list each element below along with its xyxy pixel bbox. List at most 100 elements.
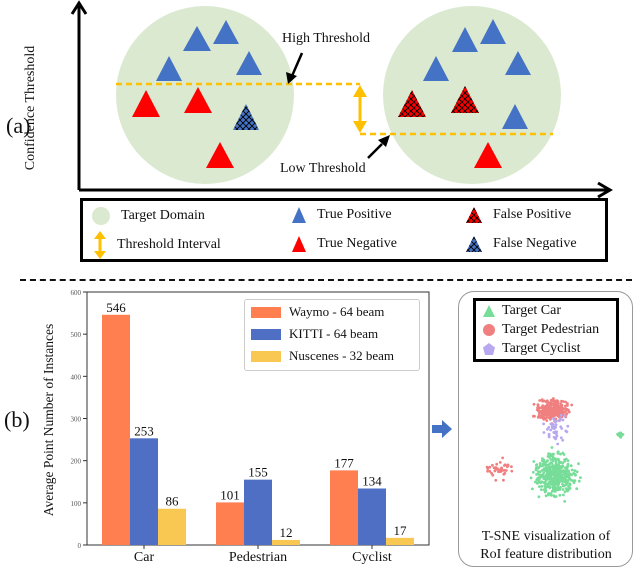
tsne-point <box>550 446 554 449</box>
bar <box>386 537 414 545</box>
tsne-point <box>542 411 546 415</box>
tsne-point <box>559 452 562 456</box>
tsne-point <box>561 400 565 403</box>
tsne-point <box>544 467 548 471</box>
tsne-point <box>540 469 544 472</box>
high-threshold-label: High Threshold <box>282 31 371 46</box>
tsne-point <box>558 409 562 413</box>
bar <box>244 479 272 545</box>
tsne-point <box>538 406 542 410</box>
tsne-point <box>555 408 558 412</box>
triangle-icon <box>483 304 495 317</box>
low-threshold-pointer-arrow-icon <box>367 135 390 159</box>
tsne-point <box>542 431 546 434</box>
tsne-point <box>549 428 552 432</box>
tsne-point <box>534 468 538 472</box>
tsne-legend-item-pedestrian: Target Pedestrian <box>476 320 616 339</box>
tsne-point <box>494 478 498 482</box>
tsne-point <box>546 472 549 475</box>
tsne-point <box>557 465 561 469</box>
bar-value-label: 12 <box>280 525 293 540</box>
tsne-point <box>548 465 551 469</box>
tsne-point <box>619 435 622 439</box>
false-negative-triangle-icon <box>466 236 482 252</box>
tsne-point <box>529 476 533 480</box>
tsne-point <box>504 469 508 472</box>
tsne-point <box>558 417 562 420</box>
tsne-point <box>561 418 565 422</box>
tsne-point <box>616 432 619 436</box>
bar-chart <box>60 285 235 570</box>
tsne-point <box>544 400 548 403</box>
tsne-point <box>562 480 565 483</box>
tsne-point <box>555 434 559 438</box>
legend-item-target-domain: Target Domain <box>91 206 205 226</box>
tsne-point <box>564 457 568 461</box>
tsne-point <box>538 416 542 419</box>
tsne-point <box>537 479 540 483</box>
tsne-point <box>556 474 560 478</box>
legend-item-waymo: Waymo - 64 beam <box>245 302 419 322</box>
tsne-point <box>559 413 563 417</box>
tsne-point <box>551 457 555 461</box>
tsne-point <box>551 464 555 468</box>
tsne-point <box>533 414 536 418</box>
tsne-point <box>555 479 558 482</box>
tsne-point <box>556 442 560 446</box>
tsne-point <box>546 459 549 463</box>
tsne-point <box>568 482 572 486</box>
x-tick-label: Cyclist <box>352 550 392 565</box>
tsne-point <box>550 489 554 493</box>
kitti-swatch-icon <box>251 328 281 340</box>
tsne-point <box>540 480 544 484</box>
tsne-point <box>579 476 582 479</box>
tsne-point <box>553 495 557 499</box>
tsne-point <box>541 457 544 460</box>
tsne-point <box>577 462 580 466</box>
tsne-point <box>545 409 548 413</box>
tsne-point <box>546 474 550 478</box>
tsne-point <box>555 412 559 416</box>
tsne-point <box>491 463 494 467</box>
tsne-point <box>510 465 513 468</box>
circle-icon <box>483 323 495 336</box>
tsne-caption: T-SNE visualization of RoI feature distr… <box>480 529 612 562</box>
tsne-point <box>546 406 550 409</box>
tsne-point <box>502 478 505 482</box>
tsne-point <box>567 485 570 488</box>
panel-a-legend: Target Domain True Positive False Positi… <box>80 198 608 262</box>
tsne-point <box>536 472 540 476</box>
tsne-point <box>541 415 545 419</box>
tsne-point <box>536 466 540 470</box>
tsne-point <box>556 402 560 406</box>
tsne-point <box>556 482 560 486</box>
tsne-point <box>550 481 553 484</box>
right-arrow-icon <box>432 420 452 438</box>
tsne-point <box>485 465 489 469</box>
tsne-point <box>569 464 573 468</box>
tsne-point <box>559 436 563 440</box>
tsne-point <box>542 422 545 426</box>
tsne-legend-item-cyclist: Target Cyclist <box>476 339 616 358</box>
legend-item-true-positive: True Positive <box>291 206 392 224</box>
tsne-point <box>577 479 581 483</box>
tsne-point <box>565 412 569 415</box>
tsne-point <box>551 407 554 410</box>
tsne-point <box>570 403 574 407</box>
tsne-point <box>543 484 547 488</box>
tsne-point <box>551 470 555 474</box>
chart-ylabel: Average Point Number of Instances <box>41 323 56 517</box>
tsne-point <box>544 494 548 498</box>
tsne-point <box>540 398 544 402</box>
tsne-point <box>572 481 576 485</box>
tsne-point <box>566 424 570 428</box>
tsne-point <box>545 419 549 422</box>
legend-item-threshold-interval: Threshold Interval <box>93 231 221 259</box>
tsne-point <box>532 402 536 406</box>
waymo-swatch-icon <box>251 306 281 318</box>
bar-chart-legend: Waymo - 64 beam KITTI - 64 beam Nuscenes… <box>244 299 420 371</box>
tsne-point <box>540 485 544 488</box>
tsne-point <box>547 492 550 495</box>
tsne-point <box>562 477 566 480</box>
tsne-point <box>564 483 568 487</box>
